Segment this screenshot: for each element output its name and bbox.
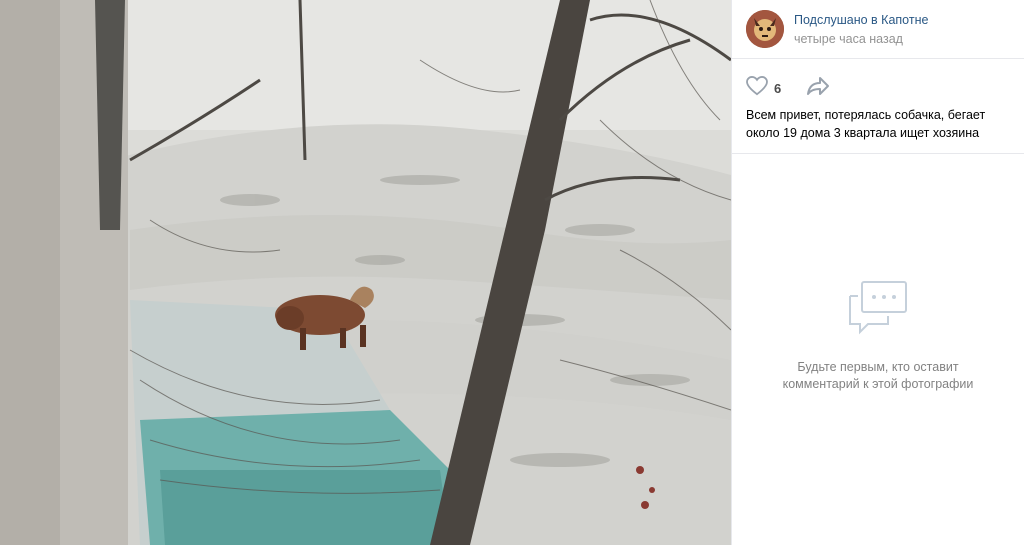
dog-photo [0,0,731,545]
like-button[interactable]: 6 [746,75,782,101]
empty-comments-line2: комментарий к этой фотографии [782,377,974,391]
post-text: Всем привет, потерялась собачка, бегает … [746,108,986,140]
author-avatar[interactable] [746,10,784,48]
post-header: Подслушано в Капотне четыре часа назад [732,0,1024,59]
post-timestamp[interactable]: четыре часа назад [794,32,903,46]
empty-comments-text: Будьте первым, кто оставит комментарий к… [778,359,978,393]
heart-icon [746,75,768,101]
post-sidebar: Подслушано в Капотне четыре часа назад 6… [731,0,1024,545]
share-button[interactable] [806,76,830,101]
comment-bubble-icon [848,281,908,340]
share-arrow-icon [806,77,830,100]
divider [732,153,1024,154]
post-actions: 6 [732,70,1024,100]
empty-comments-placeholder: Будьте первым, кто оставит комментарий к… [732,280,1024,393]
photo-viewer[interactable] [0,0,731,545]
author-name-link[interactable]: Подслушано в Капотне [794,13,928,27]
empty-comments-line1: Будьте первым, кто оставит [797,360,959,374]
like-count: 6 [774,81,782,96]
